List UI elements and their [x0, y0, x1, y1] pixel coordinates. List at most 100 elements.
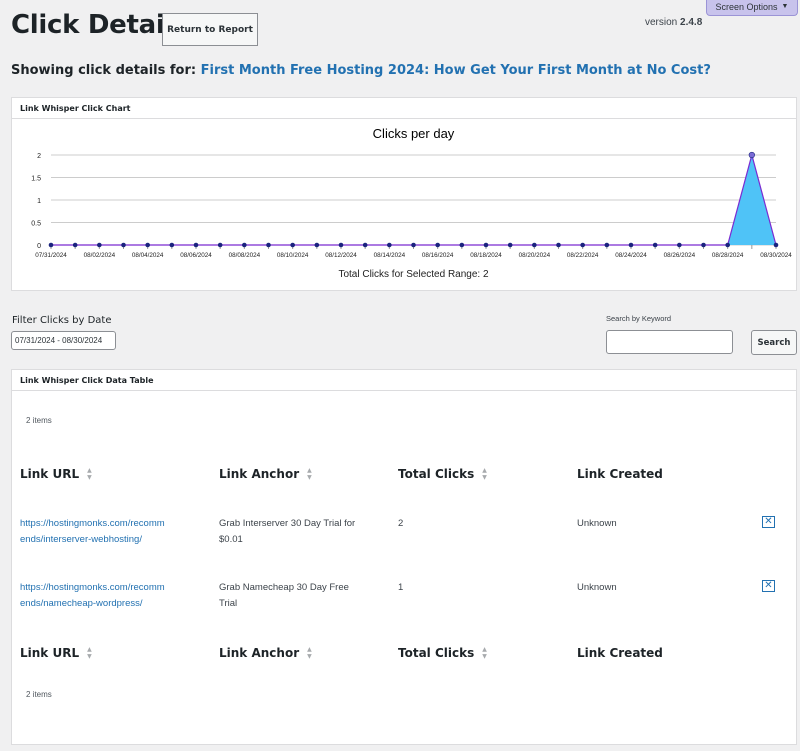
link-url[interactable]: https://hostingmonks.com/recomm ends/inte… [20, 518, 165, 545]
y-tick-label: 0.5 [31, 221, 41, 228]
version-text: version 2.4.8 [645, 17, 702, 28]
data-point [580, 242, 585, 248]
data-point [72, 242, 78, 248]
column-label: Link URL [20, 646, 80, 660]
sort-icon: ▲ ▼ [307, 467, 312, 481]
sort-icon: ▲ ▼ [87, 467, 92, 481]
data-point [290, 242, 295, 248]
column-header-link-anchor[interactable]: Link Anchor ▲ ▼ [219, 467, 312, 481]
data-point [242, 242, 247, 248]
column-label: Total Clicks [398, 646, 475, 660]
post-title-link[interactable]: First Month Free Hosting 2024: How Get Y… [201, 63, 711, 78]
data-point [411, 242, 416, 248]
showing-details-heading: Showing click details for: First Month F… [11, 63, 711, 78]
x-tick-label: 08/06/2024 [180, 252, 212, 259]
clicks-chart: Clicks per day 0 0.5 1 1.5 2 07/31/2024 08/02/2… [31, 126, 792, 280]
sort-icon: ▲ ▼ [87, 646, 92, 660]
column-label: Link Created [577, 467, 663, 481]
data-point [145, 242, 150, 248]
search-keyword-input[interactable] [606, 330, 733, 354]
data-point [97, 242, 102, 248]
sort-icon: ▲ ▼ [482, 646, 487, 660]
total-clicks-text: Total Clicks for Selected Range: 2 [338, 269, 489, 280]
click-data-table-heading: Link Whisper Click Data Table [12, 370, 796, 391]
data-point [628, 242, 634, 248]
click-chart-heading: Link Whisper Click Chart [12, 98, 796, 119]
date-range-input[interactable]: 07/31/2024 - 08/30/2024 [11, 331, 116, 350]
screen-options-button[interactable]: Screen Options ▼ [706, 0, 798, 16]
return-to-report-button[interactable]: Return to Report [162, 13, 258, 46]
showing-prefix: Showing click details for: [11, 63, 197, 78]
column-label: Total Clicks [398, 467, 475, 481]
y-tick-label: 1.5 [31, 176, 41, 183]
column-header-link-url[interactable]: Link URL ▲ ▼ [20, 467, 92, 481]
y-tick-label: 1 [37, 198, 41, 205]
footer-header-link-anchor[interactable]: Link Anchor ▲ ▼ [219, 646, 312, 660]
version-number: 2.4.8 [680, 17, 703, 28]
chart-title: Clicks per day [373, 126, 455, 141]
caret-down-icon: ▼ [781, 3, 789, 10]
anchor-line: Trial [219, 598, 238, 609]
search-button[interactable]: Search [751, 330, 797, 355]
items-count-top: 2 items [26, 416, 52, 425]
table-row-2-url: https://hostingmonks.com/recomm ends/name… [20, 580, 200, 612]
table-row-1-clicks: 2 [398, 518, 404, 529]
table-row-2-created: Unknown [577, 582, 617, 593]
data-point [338, 242, 344, 248]
data-point [387, 242, 392, 248]
search-label: Search by Keyword [606, 314, 672, 323]
x-tick-label: 08/04/2024 [132, 252, 164, 259]
column-label: Link Anchor [219, 646, 300, 660]
data-point [532, 242, 537, 248]
version-prefix: version [645, 17, 678, 28]
footer-header-total-clicks[interactable]: Total Clicks ▲ ▼ [398, 646, 487, 660]
data-point [217, 242, 223, 248]
anchor-line: Grab Namecheap 30 Day Free [219, 582, 349, 593]
data-point [435, 242, 440, 248]
anchor-line: $0.01 [219, 534, 243, 545]
screen-options-label: Screen Options [715, 1, 778, 12]
data-point [459, 242, 465, 248]
data-point [701, 242, 706, 248]
data-point [362, 242, 368, 248]
table-row-1-anchor: Grab Interserver 30 Day Trial for $0.01 [219, 516, 389, 548]
items-count-bottom: 2 items [26, 690, 52, 699]
url-line: https://hostingmonks.com/recomm [20, 518, 165, 529]
data-point [604, 242, 610, 248]
url-line: ends/namecheap-wordpress/ [20, 598, 143, 609]
data-point [483, 242, 489, 248]
x-tick-label: 08/24/2024 [615, 252, 647, 259]
x-tick-label: 08/02/2024 [84, 252, 116, 259]
sort-icon: ▲ ▼ [307, 646, 312, 660]
footer-header-link-url[interactable]: Link URL ▲ ▼ [20, 646, 92, 660]
y-tick-label: 0 [37, 243, 41, 250]
close-icon[interactable]: ✕ [762, 516, 775, 528]
filter-label: Filter Clicks by Date [12, 315, 112, 326]
x-tick-label: 07/31/2024 [35, 252, 67, 259]
data-point [48, 242, 54, 248]
y-tick-label: 2 [37, 153, 41, 160]
data-point [556, 242, 561, 248]
data-point [193, 242, 199, 248]
x-tick-label: 08/14/2024 [374, 252, 406, 259]
click-chart-panel: Link Whisper Click Chart Clicks per day 0… [11, 97, 797, 291]
x-tick-label: 08/26/2024 [664, 252, 696, 259]
x-tick-label: 08/28/2024 [712, 252, 744, 259]
data-point [748, 151, 755, 159]
x-tick-label: 08/08/2024 [229, 252, 261, 259]
data-point [507, 242, 513, 248]
table-row-1-url: https://hostingmonks.com/recomm ends/inte… [20, 516, 200, 548]
url-line: ends/interserver-webhosting/ [20, 534, 142, 545]
data-point [725, 242, 730, 248]
footer-header-link-created: Link Created [577, 646, 663, 660]
data-point [314, 242, 320, 248]
link-url[interactable]: https://hostingmonks.com/recomm ends/name… [20, 582, 165, 609]
click-data-table-panel: Link Whisper Click Data Table 2 items Li… [11, 369, 797, 745]
column-header-total-clicks[interactable]: Total Clicks ▲ ▼ [398, 467, 487, 481]
x-tick-label: 08/22/2024 [567, 252, 599, 259]
url-line: https://hostingmonks.com/recomm [20, 582, 165, 593]
close-icon[interactable]: ✕ [762, 580, 775, 592]
x-tick-label: 08/10/2024 [277, 252, 309, 259]
data-point [169, 242, 175, 248]
sort-icon: ▲ ▼ [482, 467, 487, 481]
